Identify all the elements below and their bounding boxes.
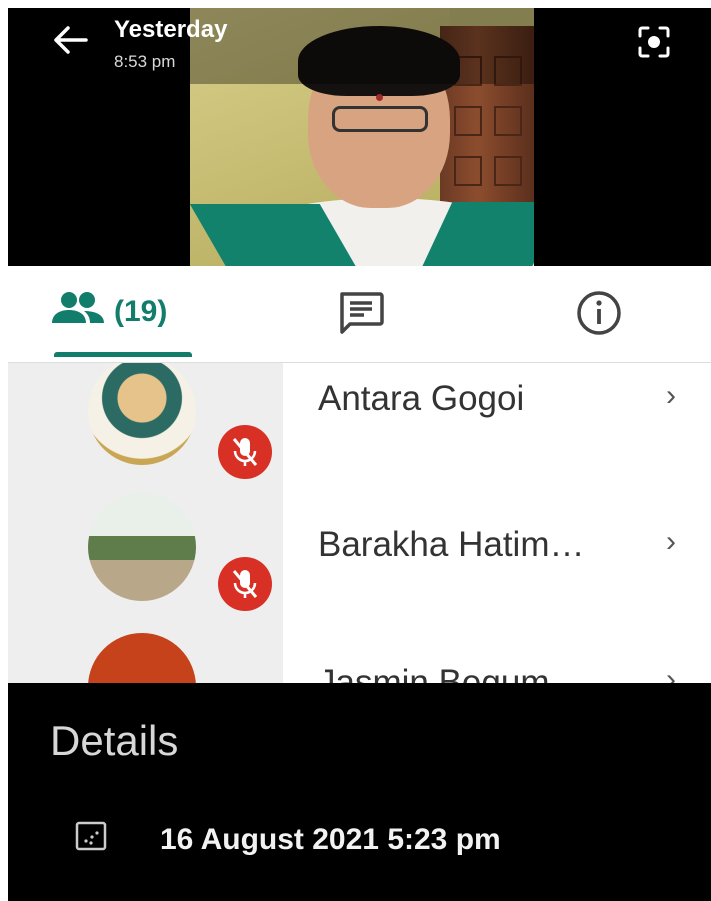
avatar: [88, 363, 196, 465]
participant-name: Barakha Hatim…: [318, 525, 585, 564]
people-icon: [50, 291, 106, 333]
chevron-right-icon[interactable]: ›: [666, 663, 676, 683]
details-title: Details: [50, 717, 179, 764]
chevron-right-icon[interactable]: ›: [666, 379, 676, 413]
chat-icon[interactable]: [336, 290, 386, 336]
details-sheet: Details 16 August 2021 5:23 pm: [8, 683, 711, 901]
details-date: 16 August 2021 5:23 pm: [160, 823, 501, 856]
participant-name: Antara Gogoi: [318, 379, 525, 418]
participant-count: (19): [114, 295, 168, 328]
participant-row[interactable]: Jasmin Begum ›: [8, 619, 711, 683]
call-screen: Yesterday 8:53 pm (19) Antara Gogoi › Ba…: [8, 8, 711, 901]
participant-name: Jasmin Begum: [318, 663, 550, 683]
call-time: 8:53 pm: [114, 52, 176, 71]
camera-switch-icon[interactable]: [634, 22, 674, 62]
participant-row[interactable]: Antara Gogoi ›: [8, 363, 711, 479]
info-icon[interactable]: [574, 288, 624, 338]
tab-people[interactable]: (19): [50, 290, 167, 334]
video-feed: Yesterday 8:53 pm: [8, 8, 711, 266]
call-title: Yesterday: [114, 16, 228, 43]
mic-off-icon: [218, 557, 272, 611]
avatar: [88, 633, 196, 683]
arrow-left-icon[interactable]: [48, 22, 92, 62]
active-tab-indicator: [54, 352, 192, 357]
chevron-right-icon[interactable]: ›: [666, 525, 676, 559]
participant-row[interactable]: Barakha Hatim… ›: [8, 481, 711, 611]
tab-bar: (19): [8, 266, 711, 363]
participant-list[interactable]: Antara Gogoi › Barakha Hatim… › Jasmin B…: [8, 363, 711, 683]
mic-off-icon: [218, 425, 272, 479]
avatar: [88, 493, 196, 601]
calendar-icon: [74, 819, 108, 853]
